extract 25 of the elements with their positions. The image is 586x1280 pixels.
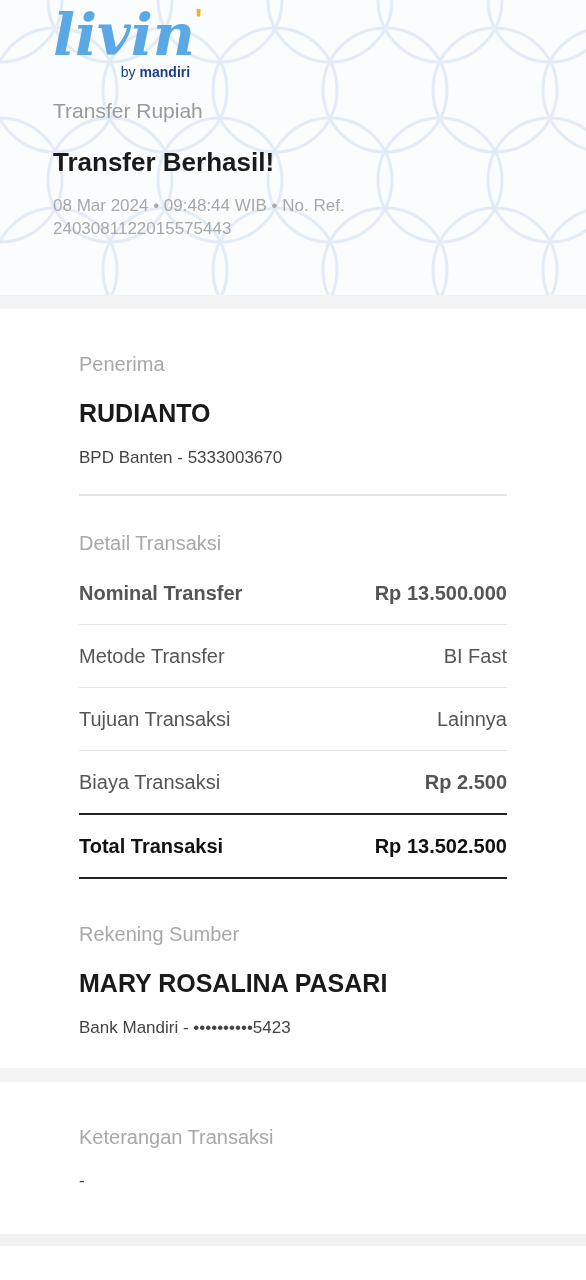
success-title: Transfer Berhasil!: [53, 145, 276, 179]
detail-label: Metode Transfer: [79, 644, 225, 669]
section-label: Detail Transaksi: [79, 531, 223, 556]
section-label: Penerima: [79, 352, 166, 377]
detail-label: Nominal Transfer: [79, 581, 243, 606]
section-label: Rekening Sumber: [79, 922, 241, 947]
note-value: -: [79, 1170, 86, 1192]
detail-label: Biaya Transaksi: [79, 770, 221, 795]
detail-label: Total Transaksi: [79, 834, 224, 859]
logo-brand: mandiri: [139, 63, 191, 82]
detail-value: Rp 2.500: [424, 770, 507, 795]
detail-value: Rp 13.502.500: [374, 834, 507, 859]
detail-value: Lainnya: [436, 707, 507, 732]
page-subtitle: Transfer Rupiah: [53, 98, 204, 124]
logo-byline: by: [120, 63, 136, 82]
source-account: Bank Mandiri - ••••••••••5423: [79, 1016, 292, 1039]
source-name: MARY ROSALINA PASARI: [79, 968, 389, 999]
recipient-name: RUDIANTO: [79, 398, 212, 429]
transaction-meta: 08 Mar 2024 • 09:48:44 WIB • No. Ref. 2403081122015575443: [53, 194, 346, 240]
section-label: Keterangan Transaksi: [79, 1125, 275, 1150]
detail-value: BI Fast: [443, 644, 507, 669]
recipient-account: BPD Banten - 5333003670: [79, 446, 284, 469]
detail-label: Tujuan Transaksi: [79, 707, 231, 732]
logo-accent: ': [195, 4, 203, 34]
detail-value: Rp 13.500.000: [374, 581, 507, 606]
